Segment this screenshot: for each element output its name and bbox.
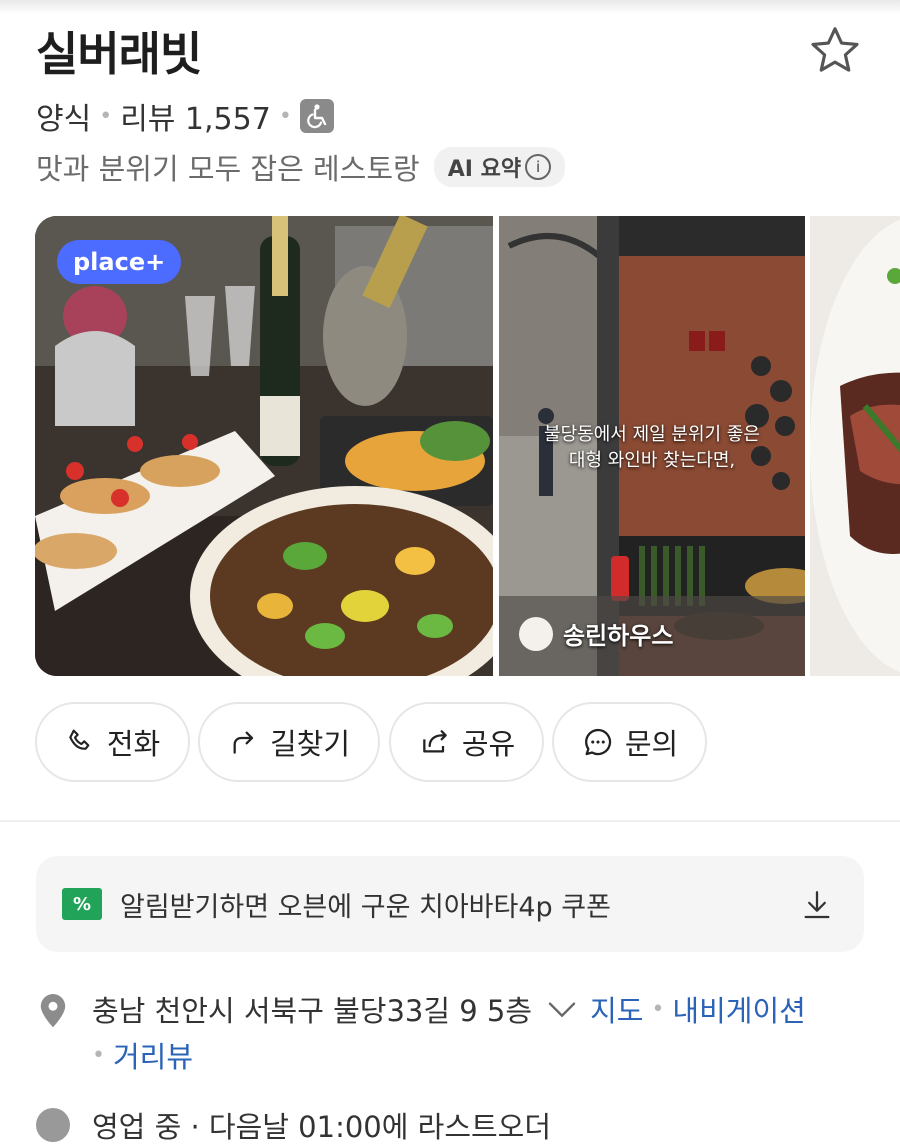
- section-divider: [0, 820, 900, 822]
- call-label: 전화: [106, 727, 161, 761]
- author-avatar: [519, 616, 553, 651]
- inquiry-button[interactable]: 문의: [552, 702, 707, 782]
- share-button[interactable]: 공유: [389, 702, 544, 782]
- gallery-video-interior[interactable]: 불당동에서 제일 분위기 좋은 대형 와인바 찾는다면, 송린하우스: [499, 216, 805, 676]
- video-author[interactable]: 송린하우스: [519, 616, 673, 651]
- address-line-2: • 거리뷰: [92, 1034, 193, 1076]
- hours-text: 영업 중 · 다음날 01:00에 라스트오더: [92, 1110, 552, 1144]
- location-pin-icon: [40, 994, 66, 1028]
- address-line: 충남 천안시 서북구 불당33길 9 5층 지도 • 내비게이션: [92, 988, 806, 1030]
- chat-bubble-icon: [584, 728, 611, 756]
- navigation-link[interactable]: 내비게이션: [672, 988, 805, 1030]
- business-hours[interactable]: 영업 중 · 다음날 01:00에 라스트오더: [36, 1104, 551, 1146]
- category-label: 양식: [36, 102, 92, 137]
- call-button[interactable]: 전화: [35, 702, 190, 782]
- phone-icon: [69, 729, 90, 750]
- info-icon[interactable]: i: [525, 154, 552, 180]
- top-shadow: [0, 0, 900, 14]
- street-view-link[interactable]: 거리뷰: [113, 1034, 193, 1076]
- inquiry-label: 문의: [624, 727, 679, 761]
- caption-line-2: 대형 와인바 찾는다면,: [568, 450, 736, 471]
- video-caption: 불당동에서 제일 분위기 좋은 대형 와인바 찾는다면,: [517, 422, 787, 474]
- place-meta: 양식 • 리뷰 1,557 •: [36, 94, 334, 138]
- chevron-down-icon[interactable]: [546, 998, 578, 1020]
- separator-dot: •: [278, 103, 292, 129]
- caption-line-1: 불당동에서 제일 분위기 좋은: [544, 424, 760, 445]
- directions-label: 길찾기: [269, 727, 351, 761]
- clock-icon: [36, 1108, 70, 1142]
- ai-summary-label: AI 요약: [447, 157, 522, 182]
- gallery-photo-food[interactable]: place+: [35, 216, 493, 676]
- separator-dot: •: [99, 103, 113, 129]
- place-summary: 맛과 분위기 모두 잡은 레스토랑 AI 요약 i: [36, 146, 566, 188]
- star-icon[interactable]: [806, 22, 864, 80]
- review-count-link[interactable]: 리뷰 1,557: [120, 94, 271, 138]
- coupon-text: 알림받기하면 오븐에 구운 치아바타4p 쿠폰: [120, 891, 611, 923]
- place-plus-badge: place+: [57, 240, 182, 284]
- separator-dot: •: [651, 996, 665, 1022]
- wheelchair-icon: [299, 99, 334, 133]
- separator-dot: •: [92, 1042, 105, 1068]
- gallery-photo-steak[interactable]: [810, 216, 900, 676]
- address-text[interactable]: 충남 천안시 서북구 불당33길 9 5층: [92, 988, 532, 1030]
- coupon-icon: %: [62, 888, 102, 920]
- ai-summary-badge[interactable]: AI 요약 i: [433, 147, 566, 187]
- map-link[interactable]: 지도: [590, 988, 643, 1030]
- photo-gallery[interactable]: place+ 불당동에서 제일 분위기 좋은 대형 와인바 찾는다면, 송린하우…: [35, 216, 900, 676]
- directions-button[interactable]: 길찾기: [198, 702, 380, 782]
- coupon-banner[interactable]: % 알림받기하면 오븐에 구운 치아바타4p 쿠폰: [36, 856, 864, 952]
- author-name: 송린하우스: [563, 622, 674, 650]
- download-icon[interactable]: [800, 888, 834, 922]
- share-label: 공유: [461, 727, 516, 761]
- place-title: 실버래빗: [36, 27, 202, 81]
- directions-arrow-icon: [233, 731, 254, 754]
- share-icon: [423, 730, 447, 753]
- summary-text: 맛과 분위기 모두 잡은 레스토랑: [36, 152, 420, 186]
